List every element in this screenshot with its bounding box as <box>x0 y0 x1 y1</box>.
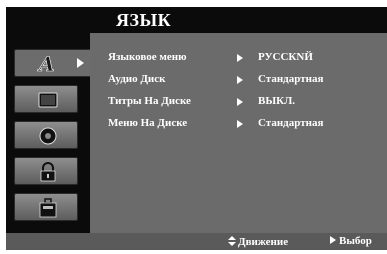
tab-language[interactable]: A <box>14 49 94 77</box>
audio-icon <box>39 127 57 145</box>
language-icon: A <box>37 53 55 75</box>
row-label: Языковое меню <box>108 51 187 63</box>
select-hint: Выбор <box>330 235 372 247</box>
menu-row-audio-disc[interactable]: Аудио Диск Стандартная <box>90 69 387 89</box>
tab-lock[interactable] <box>14 157 78 185</box>
row-label: Титры На Диске <box>108 95 191 107</box>
settings-panel: Языковое меню РУССКNЙ Аудио Диск Стандар… <box>90 33 387 233</box>
row-label: Меню На Диске <box>108 117 188 129</box>
right-arrow-icon <box>237 98 243 106</box>
move-hint-label: Движение <box>238 236 289 248</box>
category-sidebar: A <box>6 33 94 233</box>
display-icon <box>38 92 58 108</box>
menu-row-language-menu[interactable]: Языковое меню РУССКNЙ <box>90 47 387 67</box>
row-value: Стандартная <box>258 117 324 129</box>
menu-row-disc-menu[interactable]: Меню На Диске Стандартная <box>90 113 387 133</box>
other-settings-icon <box>39 198 57 218</box>
right-arrow-icon <box>237 76 243 84</box>
hint-bar: Движение Выбор <box>6 233 387 250</box>
setup-screen: ЯЗЫК A Языковое меню РУССКNЙ Аудио Диск … <box>6 7 387 250</box>
move-hint: Движение <box>228 235 288 248</box>
right-arrow-icon <box>237 120 243 128</box>
svg-text:A: A <box>37 53 55 75</box>
right-arrow-icon <box>237 54 243 62</box>
page-title: ЯЗЫК <box>116 10 172 30</box>
title-bar: ЯЗЫК <box>6 7 387 33</box>
row-label: Аудио Диск <box>108 73 166 85</box>
tab-display[interactable] <box>14 85 78 113</box>
right-arrow-icon <box>330 236 336 244</box>
tab-others[interactable] <box>14 193 78 221</box>
row-value: Стандартная <box>258 73 324 85</box>
tab-audio[interactable] <box>14 121 78 149</box>
lock-icon <box>40 162 56 182</box>
active-tab-arrow-icon <box>77 58 84 68</box>
row-value: РУССКNЙ <box>258 51 313 63</box>
up-down-arrow-icon <box>228 236 236 246</box>
row-value: ВЫКЛ. <box>258 95 296 107</box>
select-hint-label: Выбор <box>339 235 372 247</box>
menu-row-disc-subtitle[interactable]: Титры На Диске ВЫКЛ. <box>90 91 387 111</box>
